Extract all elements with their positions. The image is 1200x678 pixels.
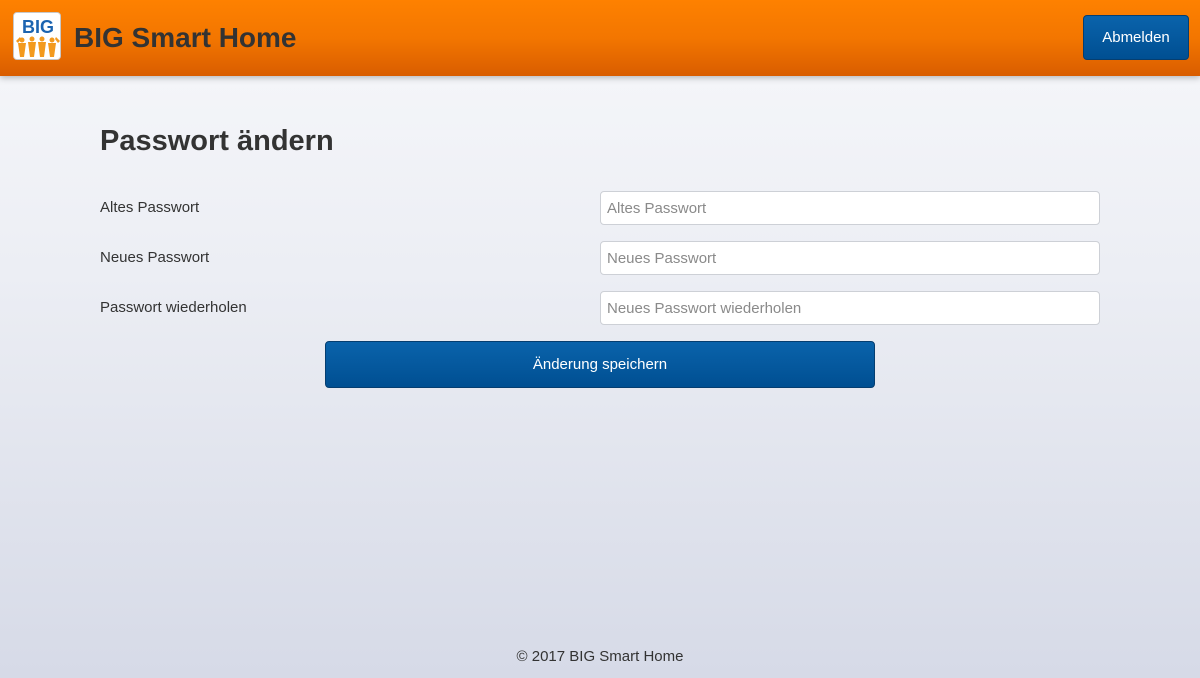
top-bar: BIG BIG Smart Home Abmelden xyxy=(0,0,1200,76)
new-password-label: Neues Passwort xyxy=(100,249,210,266)
footer-copyright: © 2017 BIG Smart Home xyxy=(516,648,684,665)
old-password-label: Altes Passwort xyxy=(100,199,200,216)
svg-text:BIG: BIG xyxy=(22,17,54,37)
repeat-password-label: Passwort wiederholen xyxy=(100,299,247,316)
big-logo-icon[interactable]: BIG xyxy=(13,12,61,60)
repeat-password-input[interactable] xyxy=(600,291,1100,325)
page-title: Passwort ändern xyxy=(100,125,334,157)
app-title: BIG Smart Home xyxy=(74,22,297,53)
save-changes-button[interactable]: Änderung speichern xyxy=(325,341,875,388)
logout-button[interactable]: Abmelden xyxy=(1083,15,1189,60)
old-password-input[interactable] xyxy=(600,191,1100,225)
new-password-input[interactable] xyxy=(600,241,1100,275)
